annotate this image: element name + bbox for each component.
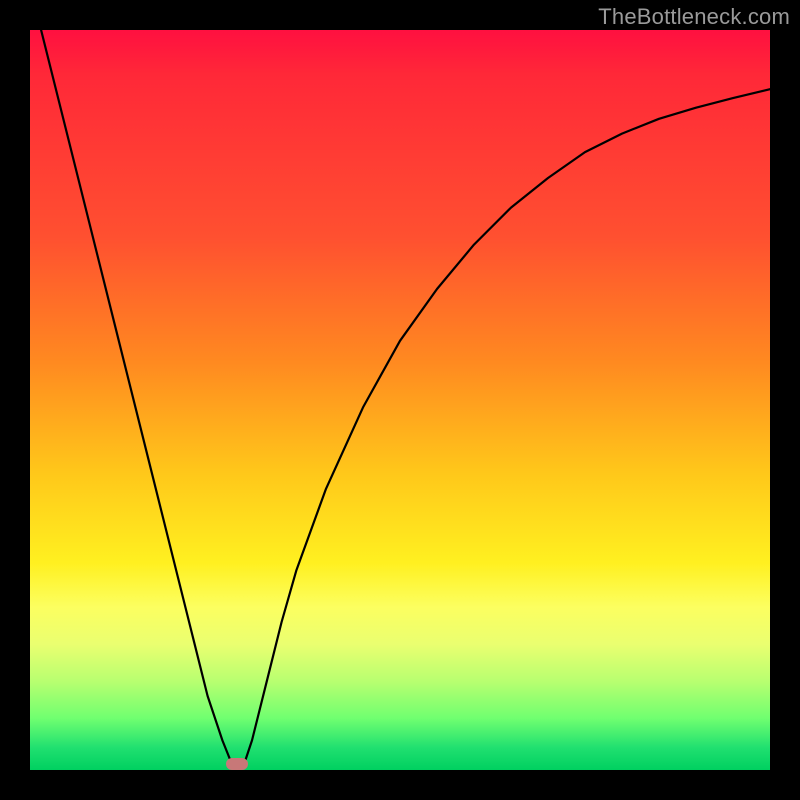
chart-frame: TheBottleneck.com [0, 0, 800, 800]
bottleneck-curve [30, 30, 770, 770]
plot-area [30, 30, 770, 770]
curve-path [30, 0, 770, 770]
watermark-text: TheBottleneck.com [598, 4, 790, 30]
optimum-marker [226, 758, 248, 770]
